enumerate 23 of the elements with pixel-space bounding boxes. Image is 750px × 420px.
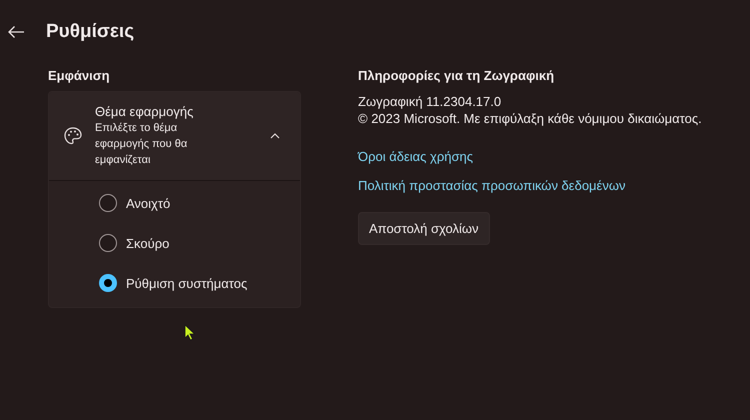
option-label: Σκούρο <box>126 236 170 250</box>
radio-button[interactable] <box>99 274 117 292</box>
palette-icon <box>63 126 83 146</box>
radio-button[interactable] <box>99 194 117 212</box>
cursor-icon <box>184 324 195 341</box>
page-title: Ρυθμίσεις <box>46 21 134 43</box>
link[interactable]: Όροι άδειας χρήσης <box>358 149 473 164</box>
theme-radio-option[interactable]: Ανοιχτό <box>99 193 300 213</box>
radio-button[interactable] <box>99 234 117 252</box>
back-icon[interactable] <box>7 25 25 39</box>
version-text: Ζωγραφική 11.2304.17.0 <box>358 93 502 110</box>
section-label: Εμφάνιση <box>48 68 111 83</box>
theme-radio-option[interactable]: Σκούρο <box>99 233 300 253</box>
copyright-text: © 2023 Microsoft. Με επιφύλαξη κάθε νόμιμου δικαιώματος. <box>358 110 702 127</box>
option-label: Ρύθμιση συστήματος <box>126 276 248 290</box>
theme-description: Επιλέξτε το θέμα εφαρμογής που θα εμφανίζεται <box>95 121 188 168</box>
feedback-button[interactable]: Αποστολή σχολίων <box>358 212 490 245</box>
theme-radio-option[interactable]: Ρύθμιση συστήματος <box>99 273 300 293</box>
chevron-icon <box>270 133 280 139</box>
option-label: Ανοιχτό <box>126 196 170 210</box>
theme-title: Θέμα εφαρμογής <box>95 104 194 119</box>
about-title: Πληροφορίες για τη Ζωγραφική <box>358 68 554 83</box>
link[interactable]: Πολιτική προστασίας προσωπικών δεδομένων <box>358 178 626 193</box>
